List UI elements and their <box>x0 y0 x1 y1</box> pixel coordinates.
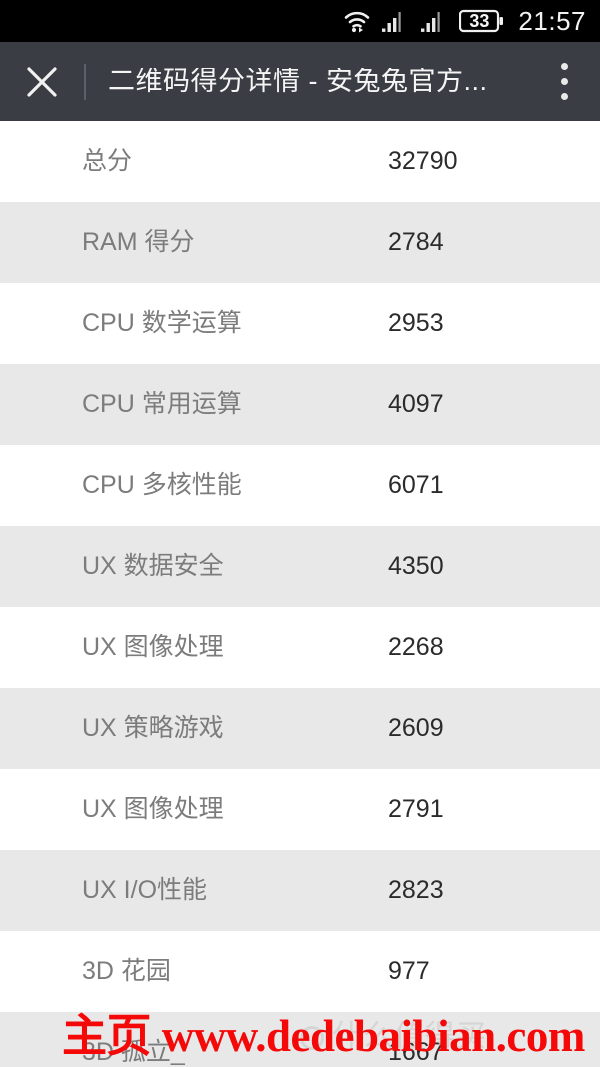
overflow-menu-icon <box>560 78 568 85</box>
score-label: CPU 数学运算 <box>82 309 242 337</box>
score-label: UX 策略游戏 <box>82 714 224 742</box>
table-row[interactable]: 3D 花园 977 <box>0 931 600 1012</box>
table-row[interactable]: UX 图像处理 2791 <box>0 769 600 850</box>
overflow-menu-icon <box>560 93 568 100</box>
toolbar-divider <box>84 63 86 100</box>
score-label: CPU 常用运算 <box>82 390 242 418</box>
score-value: 2268 <box>388 633 444 661</box>
wifi-icon <box>342 9 372 33</box>
score-label: UX I/O性能 <box>82 876 208 904</box>
score-value: 2823 <box>388 876 444 904</box>
status-clock: 21:57 <box>518 6 586 36</box>
overflow-menu-button[interactable] <box>528 42 600 121</box>
signal-bars-icon <box>381 9 411 33</box>
score-value: 2953 <box>388 309 444 337</box>
score-value: 2784 <box>388 228 444 256</box>
score-list: 总分 32790 RAM 得分 2784 CPU 数学运算 2953 CPU 常用运算 409… <box>0 121 600 1067</box>
table-row[interactable]: RAM 得分 2784 <box>0 202 600 283</box>
score-label: UX 数据安全 <box>82 552 224 580</box>
signal-bars-icon <box>420 9 450 33</box>
battery-level-label: 33 <box>469 11 490 31</box>
score-label: 总分 <box>82 147 133 175</box>
page-title: 二维码得分详情 - 安兔兔官方... <box>108 68 488 95</box>
score-value: 2791 <box>388 795 444 823</box>
table-row[interactable]: 总分 32790 <box>0 121 600 202</box>
score-label: UX 图像处理 <box>82 795 224 823</box>
table-row[interactable]: UX 图像处理 2268 <box>0 607 600 688</box>
score-label: RAM 得分 <box>82 228 195 256</box>
table-row[interactable]: UX 数据安全 4350 <box>0 526 600 607</box>
site-watermark: 主页 www.dedebaibian.com <box>62 1011 585 1061</box>
score-value: 6071 <box>388 471 444 499</box>
score-value: 4097 <box>388 390 444 418</box>
table-row[interactable]: UX 策略游戏 2609 <box>0 688 600 769</box>
score-value: 4350 <box>388 552 444 580</box>
score-label: 3D 花园 <box>82 957 171 985</box>
app-toolbar: 二维码得分详情 - 安兔兔官方... <box>0 42 600 121</box>
phone-screen: 33 21:57 二维码得分详情 - 安兔兔官方... 总分 32790 RAM 得… <box>0 0 600 1067</box>
table-row[interactable]: CPU 多核性能 6071 <box>0 445 600 526</box>
battery-icon: 33 <box>459 8 505 34</box>
close-icon <box>27 66 57 97</box>
table-row[interactable]: UX I/O性能 2823 <box>0 850 600 931</box>
score-label: UX 图像处理 <box>82 633 224 661</box>
score-value: 32790 <box>388 147 458 175</box>
score-label: CPU 多核性能 <box>82 471 242 499</box>
status-bar: 33 21:57 <box>0 0 600 42</box>
score-value: 977 <box>388 957 430 985</box>
close-button[interactable] <box>0 42 84 121</box>
table-row[interactable]: CPU 数学运算 2953 <box>0 283 600 364</box>
overflow-menu-icon <box>560 63 568 70</box>
table-row[interactable]: CPU 常用运算 4097 <box>0 364 600 445</box>
score-value: 2609 <box>388 714 444 742</box>
